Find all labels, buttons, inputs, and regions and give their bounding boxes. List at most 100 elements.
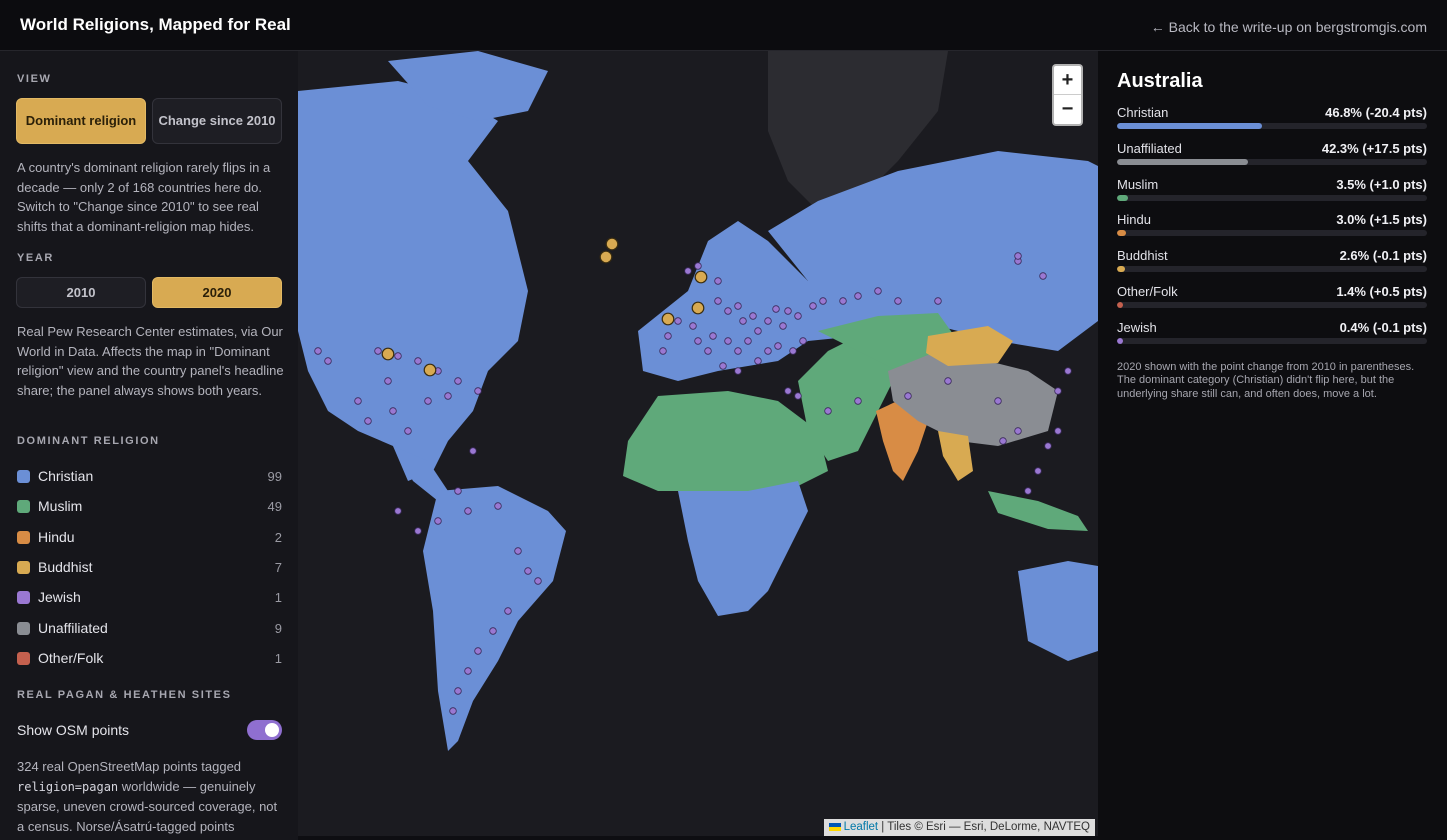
pagan-point-marker[interactable] — [449, 707, 457, 715]
pagan-point-marker[interactable] — [764, 347, 772, 355]
south-america-land[interactable] — [423, 486, 566, 751]
pagan-point-marker[interactable] — [689, 322, 697, 330]
pagan-point-marker[interactable] — [534, 577, 542, 585]
sub-saharan-africa-land[interactable] — [678, 481, 808, 616]
pagan-point-marker[interactable] — [489, 627, 497, 635]
pagan-point-marker[interactable] — [404, 427, 412, 435]
norse-point-marker[interactable] — [599, 250, 613, 264]
pagan-point-marker[interactable] — [664, 332, 672, 340]
pagan-point-marker[interactable] — [524, 567, 532, 575]
pagan-point-marker[interactable] — [744, 337, 752, 345]
pagan-point-marker[interactable] — [854, 292, 862, 300]
pagan-point-marker[interactable] — [474, 387, 482, 395]
pagan-point-marker[interactable] — [1014, 252, 1022, 260]
pagan-point-marker[interactable] — [454, 377, 462, 385]
pagan-point-marker[interactable] — [384, 377, 392, 385]
change-since-2010-button[interactable]: Change since 2010 — [152, 98, 282, 144]
pagan-point-marker[interactable] — [874, 287, 882, 295]
pagan-point-marker[interactable] — [1014, 427, 1022, 435]
pagan-point-marker[interactable] — [734, 347, 742, 355]
pagan-point-marker[interactable] — [659, 347, 667, 355]
pagan-point-marker[interactable] — [1024, 487, 1032, 495]
pagan-point-marker[interactable] — [772, 305, 780, 313]
pagan-point-marker[interactable] — [494, 502, 502, 510]
north-america-land[interactable] — [298, 81, 528, 481]
pagan-point-marker[interactable] — [714, 297, 722, 305]
pagan-point-marker[interactable] — [764, 317, 772, 325]
pagan-point-marker[interactable] — [374, 347, 382, 355]
pagan-point-marker[interactable] — [784, 387, 792, 395]
pagan-point-marker[interactable] — [424, 397, 432, 405]
pagan-point-marker[interactable] — [739, 317, 747, 325]
pagan-point-marker[interactable] — [854, 397, 862, 405]
pagan-point-marker[interactable] — [434, 517, 442, 525]
pagan-point-marker[interactable] — [794, 312, 802, 320]
pagan-point-marker[interactable] — [1064, 367, 1072, 375]
pagan-point-marker[interactable] — [1054, 387, 1062, 395]
back-link[interactable]: ← Back to the write-up on bergstromgis.c… — [1151, 19, 1427, 35]
indonesia-land[interactable] — [988, 491, 1088, 531]
pagan-point-marker[interactable] — [364, 417, 372, 425]
year-2010-button[interactable]: 2010 — [16, 277, 146, 308]
pagan-point-marker[interactable] — [734, 302, 742, 310]
pagan-point-marker[interactable] — [454, 687, 462, 695]
pagan-point-marker[interactable] — [1054, 427, 1062, 435]
pagan-point-marker[interactable] — [514, 547, 522, 555]
pagan-point-marker[interactable] — [694, 337, 702, 345]
pagan-point-marker[interactable] — [944, 377, 952, 385]
pagan-point-marker[interactable] — [674, 317, 682, 325]
pagan-point-marker[interactable] — [749, 312, 757, 320]
dominant-religion-button[interactable]: Dominant religion — [16, 98, 146, 144]
pagan-point-marker[interactable] — [809, 302, 817, 310]
pagan-point-marker[interactable] — [414, 357, 422, 365]
pagan-point-marker[interactable] — [464, 667, 472, 675]
norse-point-marker[interactable] — [691, 301, 705, 315]
australia-land[interactable] — [1018, 561, 1098, 661]
pagan-point-marker[interactable] — [794, 392, 802, 400]
pagan-point-marker[interactable] — [784, 307, 792, 315]
pagan-point-marker[interactable] — [714, 277, 722, 285]
pagan-point-marker[interactable] — [1034, 467, 1042, 475]
norse-point-marker[interactable] — [381, 347, 395, 361]
pagan-point-marker[interactable] — [724, 307, 732, 315]
norse-point-marker[interactable] — [605, 237, 619, 251]
pagan-point-marker[interactable] — [1044, 442, 1052, 450]
pagan-point-marker[interactable] — [684, 267, 692, 275]
map-canvas[interactable] — [298, 51, 1098, 836]
pagan-point-marker[interactable] — [704, 347, 712, 355]
pagan-point-marker[interactable] — [469, 447, 477, 455]
show-osm-points-toggle[interactable] — [247, 720, 282, 740]
pagan-point-marker[interactable] — [824, 407, 832, 415]
pagan-point-marker[interactable] — [474, 647, 482, 655]
norse-point-marker[interactable] — [694, 270, 708, 284]
pagan-point-marker[interactable] — [934, 297, 942, 305]
pagan-point-marker[interactable] — [694, 262, 702, 270]
pagan-point-marker[interactable] — [504, 607, 512, 615]
pagan-point-marker[interactable] — [994, 397, 1002, 405]
pagan-point-marker[interactable] — [754, 357, 762, 365]
year-2020-button[interactable]: 2020 — [152, 277, 282, 308]
pagan-point-marker[interactable] — [754, 327, 762, 335]
pagan-point-marker[interactable] — [904, 392, 912, 400]
zoom-out-button[interactable]: − — [1054, 95, 1081, 124]
pagan-point-marker[interactable] — [324, 357, 332, 365]
southeast-asia-land[interactable] — [938, 431, 973, 481]
leaflet-link[interactable]: Leaflet — [844, 821, 879, 833]
zoom-in-button[interactable]: + — [1054, 66, 1081, 95]
pagan-point-marker[interactable] — [999, 437, 1007, 445]
pagan-point-marker[interactable] — [894, 297, 902, 305]
pagan-point-marker[interactable] — [444, 392, 452, 400]
world-map[interactable]: + − Leaflet | Tiles © Esri — Esri, DeLor… — [298, 51, 1098, 836]
norse-point-marker[interactable] — [661, 312, 675, 326]
pagan-point-marker[interactable] — [789, 347, 797, 355]
pagan-point-marker[interactable] — [839, 297, 847, 305]
pagan-point-marker[interactable] — [1039, 272, 1047, 280]
pagan-point-marker[interactable] — [724, 337, 732, 345]
pagan-point-marker[interactable] — [394, 507, 402, 515]
pagan-point-marker[interactable] — [454, 487, 462, 495]
pagan-point-marker[interactable] — [414, 527, 422, 535]
norse-point-marker[interactable] — [423, 363, 437, 377]
pagan-point-marker[interactable] — [779, 322, 787, 330]
pagan-point-marker[interactable] — [464, 507, 472, 515]
north-africa-land[interactable] — [623, 391, 828, 491]
